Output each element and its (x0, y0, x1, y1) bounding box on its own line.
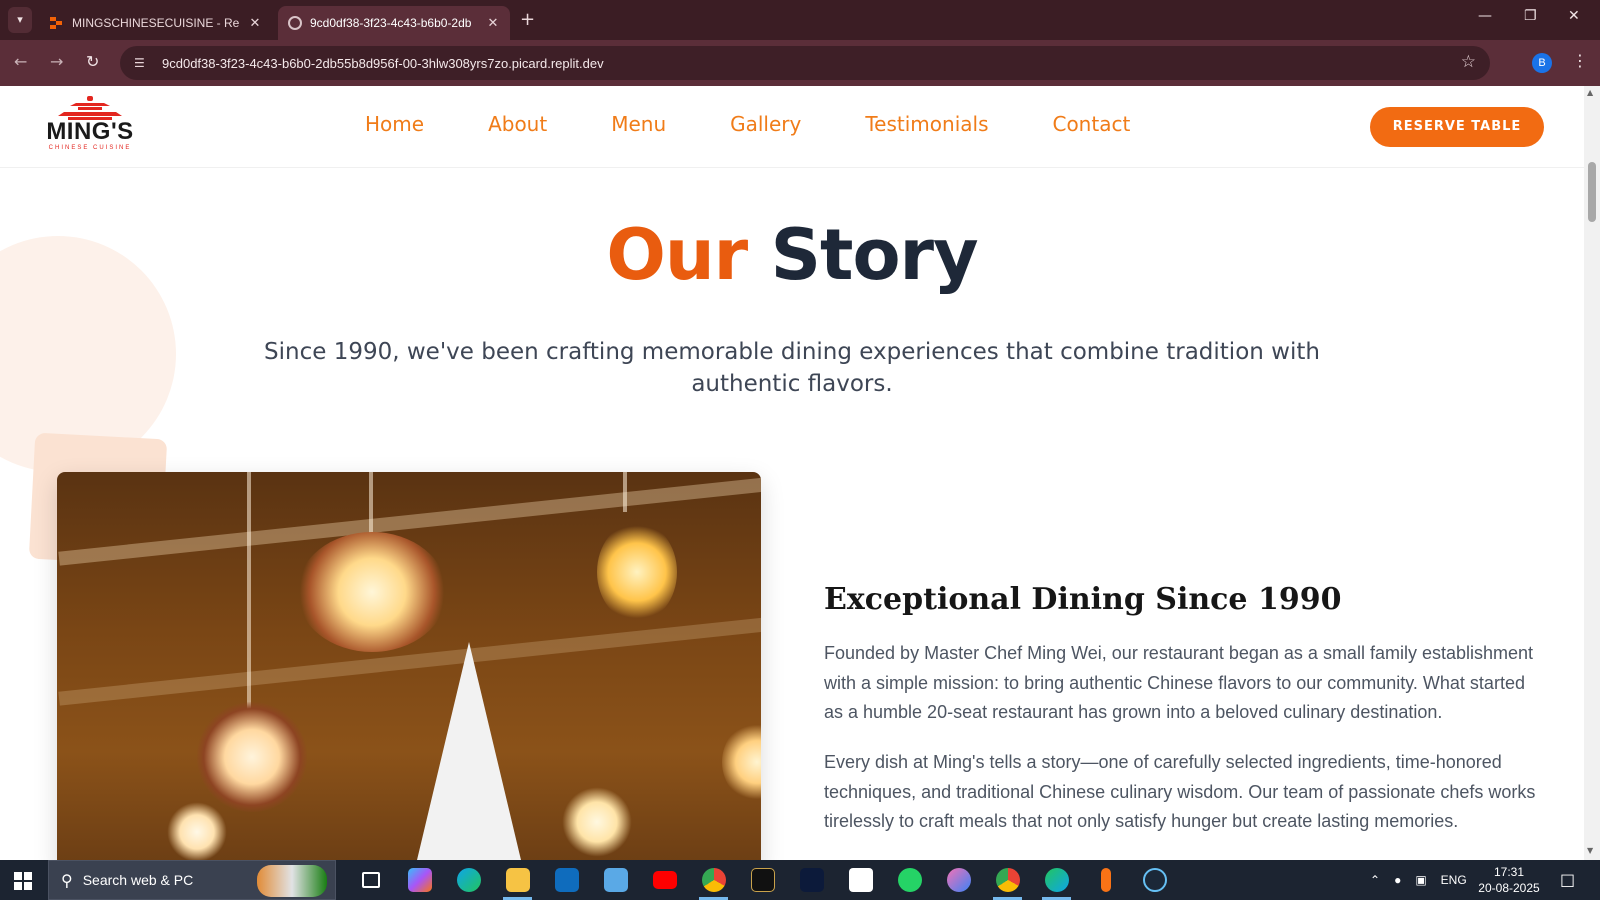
search-icon: ⚲ (61, 870, 73, 890)
reserve-table-button[interactable]: RESERVE TABLE (1370, 107, 1544, 147)
main-nav: Home About Menu Gallery Testimonials Con… (365, 112, 1130, 136)
site-logo[interactable]: MING'S CHINESE CUISINE (40, 94, 140, 160)
language-indicator[interactable]: ENG (1441, 873, 1467, 887)
taskbar-search-placeholder: Search web & PC (82, 872, 194, 888)
minimize-icon[interactable]: — (1478, 8, 1492, 24)
tab-active-page[interactable]: 9cd0df38-3f23-4c43-b6b0-2db ✕ (278, 6, 510, 40)
site-settings-icon[interactable]: ☰ (134, 56, 152, 70)
section-title: Our Story (0, 214, 1584, 296)
reload-icon[interactable]: ↻ (86, 52, 99, 71)
page-scrollbar[interactable]: ▲ ▼ (1584, 86, 1600, 860)
chef-hat-shape (407, 642, 531, 860)
search-highlight-image (257, 865, 327, 897)
new-tab-button[interactable]: + (520, 9, 535, 30)
logo-name: MING'S (46, 118, 134, 145)
sonyliv-icon[interactable] (738, 860, 787, 900)
nav-testimonials[interactable]: Testimonials (865, 112, 988, 136)
section-subtitle: Since 1990, we've been crafting memorabl… (264, 339, 1320, 397)
title-main: Story (770, 214, 979, 296)
nav-contact[interactable]: Contact (1052, 112, 1130, 136)
file-explorer-icon[interactable] (493, 860, 542, 900)
hotstar-icon[interactable] (787, 860, 836, 900)
steam-icon[interactable] (1130, 860, 1179, 900)
dining-heading: Exceptional Dining Since 1990 (824, 582, 1342, 617)
back-icon[interactable]: ← (14, 52, 27, 71)
youtube-icon[interactable] (640, 860, 689, 900)
edge-icon[interactable] (444, 860, 493, 900)
browser-menu-icon[interactable]: ⋮ (1572, 51, 1588, 70)
globe-favicon-icon (288, 16, 302, 30)
tab-title: 9cd0df38-3f23-4c43-b6b0-2db (310, 16, 472, 30)
nav-about[interactable]: About (488, 112, 547, 136)
tab-search-chevron-icon[interactable]: ▾ (8, 7, 32, 33)
outlook-icon[interactable] (542, 860, 591, 900)
nav-gallery[interactable]: Gallery (730, 112, 801, 136)
title-accent: Our (606, 214, 748, 296)
network-icon[interactable]: ▣ (1415, 873, 1426, 887)
window-close-icon[interactable]: ✕ (1568, 8, 1580, 24)
nav-menu[interactable]: Menu (611, 112, 666, 136)
profile-avatar[interactable]: B (1532, 53, 1552, 73)
browser-tab-bar: ▾ MINGSCHINESECUISINE - Replit ✕ 9cd0df3… (0, 0, 1600, 40)
url-text[interactable]: 9cd0df38-3f23-4c43-b6b0-2db55b8d956f-00-… (162, 56, 604, 71)
taskbar-apps (346, 860, 1179, 900)
capcut-icon[interactable] (836, 860, 885, 900)
browser-toolbar: ← → ↻ ☰ 9cd0df38-3f23-4c43-b6b0-2db55b8d… (0, 40, 1600, 86)
story-paragraph: Founded by Master Chef Ming Wei, our res… (824, 643, 1534, 722)
scroll-up-icon[interactable]: ▲ (1587, 88, 1593, 97)
forward-icon[interactable]: → (50, 52, 63, 71)
site-header: MING'S CHINESE CUISINE Home About Menu G… (0, 86, 1584, 168)
page-viewport: MING'S CHINESE CUISINE Home About Menu G… (0, 86, 1600, 860)
bookmark-star-icon[interactable]: ☆ (1461, 52, 1476, 72)
edge-dev-icon[interactable] (1032, 860, 1081, 900)
tab-replit[interactable]: MINGSCHINESECUISINE - Replit ✕ (40, 6, 272, 40)
windows-start-icon[interactable] (14, 872, 32, 890)
scroll-down-icon[interactable]: ▼ (1587, 846, 1593, 855)
control-panel-icon[interactable] (591, 860, 640, 900)
taskbar: ⚲ Search web & PC ⌃ ● ▣ ENG 17:31 20-08-… (0, 860, 1600, 900)
scroll-thumb[interactable] (1588, 162, 1596, 222)
logo-tagline: CHINESE CUISINE (48, 145, 132, 151)
taskbar-clock[interactable]: 17:31 20-08-2025 (1478, 864, 1540, 896)
notification-icon[interactable]: □ (1560, 870, 1575, 889)
taskbar-search[interactable]: ⚲ Search web & PC (48, 860, 336, 900)
tab-close-icon[interactable]: ✕ (486, 15, 500, 31)
replit-favicon-icon (50, 16, 64, 30)
clock-time: 17:31 (1493, 865, 1525, 879)
clock-date: 20-08-2025 (1478, 881, 1540, 895)
system-tray: ⌃ ● ▣ ENG (1370, 860, 1467, 900)
copilot-icon[interactable] (395, 860, 444, 900)
tab-close-icon[interactable]: ✕ (248, 15, 262, 31)
nav-home[interactable]: Home (365, 112, 424, 136)
story-paragraph: Every dish at Ming's tells a story—one o… (824, 752, 1536, 831)
tray-chevron-icon[interactable]: ⌃ (1370, 873, 1380, 887)
address-bar[interactable]: ☰ 9cd0df38-3f23-4c43-b6b0-2db55b8d956f-0… (120, 46, 1490, 80)
chrome-a-icon[interactable] (689, 860, 738, 900)
snipping-icon[interactable] (934, 860, 983, 900)
task-view-icon[interactable] (346, 860, 395, 900)
chrome-b-icon[interactable] (983, 860, 1032, 900)
microphone-tray-icon[interactable]: ● (1394, 873, 1401, 887)
restore-icon[interactable]: ❐ (1524, 8, 1537, 24)
restaurant-interior-image (57, 472, 761, 860)
microphone-icon[interactable] (1081, 860, 1130, 900)
tab-title: MINGSCHINESECUISINE - Replit (72, 16, 240, 30)
whatsapp-icon[interactable] (885, 860, 934, 900)
